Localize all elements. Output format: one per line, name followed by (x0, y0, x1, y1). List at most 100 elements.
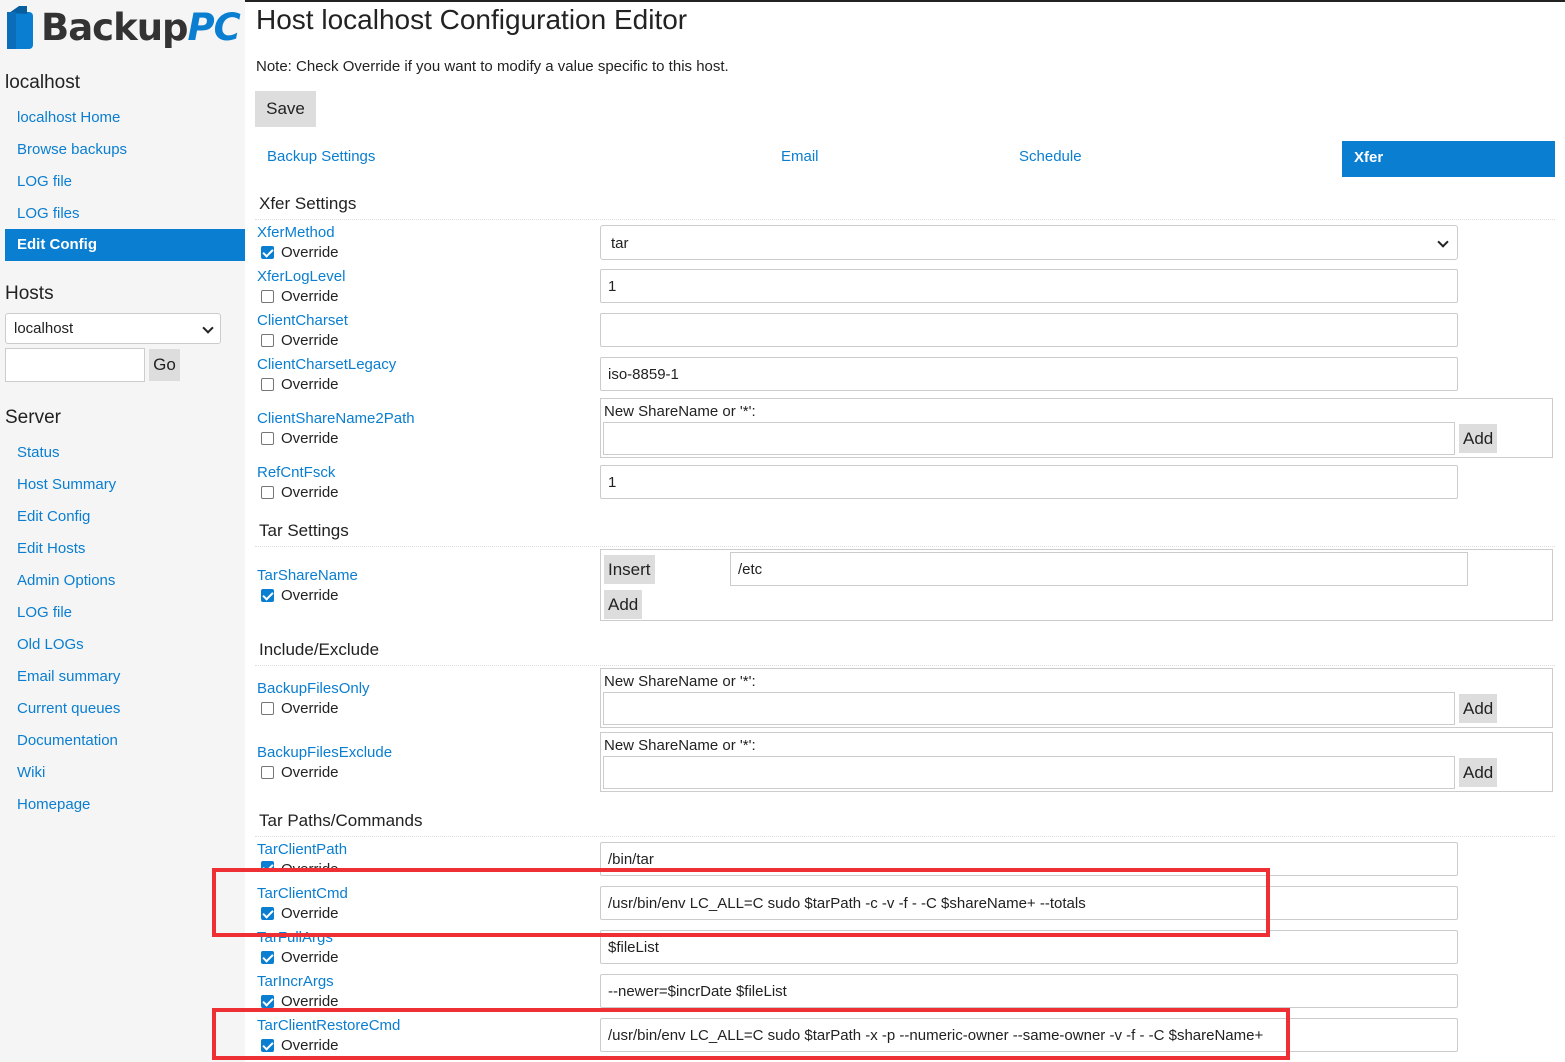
checkbox[interactable] (261, 290, 274, 303)
sidebar-item-current-queues[interactable]: Current queues (17, 700, 120, 717)
host-select[interactable]: localhost (5, 313, 221, 344)
add-button[interactable]: Add (1459, 424, 1498, 453)
sidebar-item-status[interactable]: Status (17, 444, 60, 461)
checkbox-checked[interactable] (261, 995, 274, 1008)
override-label: Override (281, 376, 339, 393)
section-xfer-settings: Xfer Settings (259, 194, 357, 213)
xferloglevel-input[interactable]: 1 (600, 269, 1458, 303)
tab-xfer[interactable]: Xfer (1342, 141, 1555, 177)
sidebar-item-log-files[interactable]: LOG files (17, 205, 80, 222)
param-xferloglevel-label[interactable]: XferLogLevel (257, 268, 345, 285)
checkbox-checked[interactable] (261, 951, 274, 964)
section-divider (255, 665, 1555, 666)
insert-button[interactable]: Insert (604, 555, 655, 584)
checkbox[interactable] (261, 378, 274, 391)
checkbox[interactable] (261, 766, 274, 779)
server-heading: Server (5, 407, 61, 428)
sidebar-item-edit-config[interactable]: Edit Config (17, 508, 90, 525)
override-label: Override (281, 244, 339, 261)
sidebar-item-wiki[interactable]: Wiki (17, 764, 45, 781)
override-label: Override (281, 430, 339, 447)
override-label: Override (281, 949, 339, 966)
override-xferloglevel[interactable]: Override (261, 288, 339, 305)
tab-schedule[interactable]: Schedule (1019, 148, 1082, 165)
sidebar-item-host-summary[interactable]: Host Summary (17, 476, 116, 493)
save-button[interactable]: Save (255, 91, 316, 127)
override-label: Override (281, 484, 339, 501)
host-heading: localhost (5, 72, 80, 93)
sidebar-item-edit-hosts[interactable]: Edit Hosts (17, 540, 85, 557)
logo-icon (5, 4, 35, 50)
go-button[interactable]: Go (149, 349, 180, 381)
sidebar-item-browse-backups[interactable]: Browse backups (17, 141, 127, 158)
param-clientcharsetlegacy-label[interactable]: ClientCharsetLegacy (257, 356, 396, 373)
param-tarincrargs-label[interactable]: TarIncrArgs (257, 973, 334, 990)
checkbox-checked[interactable] (261, 246, 274, 259)
section-tar-settings: Tar Settings (259, 521, 349, 540)
add-button[interactable]: Add (1459, 694, 1498, 723)
sidebar-item-homepage[interactable]: Homepage (17, 796, 90, 813)
xfermethod-value: tar (611, 235, 629, 252)
tarsharename-box: Insert /etc Add (600, 549, 1553, 621)
add-button[interactable]: Add (1459, 758, 1498, 787)
override-tarsharename[interactable]: Override (261, 587, 339, 604)
sidebar-item-server-log-file[interactable]: LOG file (17, 604, 72, 621)
override-label: Override (281, 332, 339, 349)
param-refcntfsck-label[interactable]: RefCntFsck (257, 464, 335, 481)
new-sharename-input[interactable] (603, 692, 1455, 725)
backuppc-logo[interactable]: BackupPC (5, 2, 241, 52)
new-sharename-label: New ShareName or '*': (604, 403, 756, 420)
section-divider (255, 546, 1555, 547)
logo-text-pc: PC (187, 5, 241, 49)
param-backupfilesexclude-label[interactable]: BackupFilesExclude (257, 744, 392, 761)
tarsharename-input[interactable]: /etc (730, 552, 1468, 586)
tarincrargs-input[interactable]: --newer=$incrDate $fileList (600, 974, 1458, 1008)
override-backupfilesonly[interactable]: Override (261, 700, 339, 717)
clientcharsetlegacy-input[interactable]: iso-8859-1 (600, 357, 1458, 391)
sidebar-item-old-logs[interactable]: Old LOGs (17, 636, 84, 653)
override-clientsharename2path[interactable]: Override (261, 430, 339, 447)
override-backupfilesexclude[interactable]: Override (261, 764, 339, 781)
override-label: Override (281, 288, 339, 305)
backupfilesexclude-box: New ShareName or '*': Add (600, 732, 1553, 792)
new-sharename-input[interactable] (603, 756, 1455, 789)
sidebar-item-edit-config-active[interactable]: Edit Config (5, 229, 245, 261)
tab-backup-settings[interactable]: Backup Settings (267, 148, 375, 165)
sidebar-item-localhost-home[interactable]: localhost Home (17, 109, 120, 126)
checkbox[interactable] (261, 486, 274, 499)
sidebar-item-email-summary[interactable]: Email summary (17, 668, 120, 685)
override-note: Note: Check Override if you want to modi… (256, 58, 729, 75)
sidebar-item-admin-options[interactable]: Admin Options (17, 572, 115, 589)
param-tarsharename-label[interactable]: TarShareName (257, 567, 358, 584)
section-tar-paths-commands: Tar Paths/Commands (259, 811, 423, 830)
override-xfermethod[interactable]: Override (261, 244, 339, 261)
refcntfsck-input[interactable]: 1 (600, 465, 1458, 499)
sidebar-item-log-file[interactable]: LOG file (17, 173, 72, 190)
checkbox-checked[interactable] (261, 589, 274, 602)
xfermethod-select[interactable]: tar (600, 225, 1458, 260)
param-clientsharename2path-label[interactable]: ClientShareName2Path (257, 410, 415, 427)
param-clientcharset-label[interactable]: ClientCharset (257, 312, 348, 329)
checkbox[interactable] (261, 334, 274, 347)
override-label: Override (281, 764, 339, 781)
param-backupfilesonly-label[interactable]: BackupFilesOnly (257, 680, 370, 697)
tab-email[interactable]: Email (781, 148, 819, 165)
add-button[interactable]: Add (604, 590, 643, 619)
logo-text: BackupPC (41, 5, 241, 49)
override-label: Override (281, 587, 339, 604)
param-tarclientpath-label[interactable]: TarClientPath (257, 841, 347, 858)
host-select-value: localhost (14, 320, 74, 337)
new-sharename-input[interactable] (603, 422, 1455, 455)
clientcharset-input[interactable] (600, 313, 1458, 347)
chevron-down-icon (1437, 236, 1449, 248)
param-xfermethod-label[interactable]: XferMethod (257, 224, 335, 241)
sidebar-item-documentation[interactable]: Documentation (17, 732, 118, 749)
override-tarfullargs[interactable]: Override (261, 949, 339, 966)
host-search-input[interactable] (5, 348, 145, 382)
override-clientcharsetlegacy[interactable]: Override (261, 376, 339, 393)
checkbox[interactable] (261, 432, 274, 445)
checkbox[interactable] (261, 702, 274, 715)
override-refcntfsck[interactable]: Override (261, 484, 339, 501)
override-clientcharset[interactable]: Override (261, 332, 339, 349)
page-title: Host localhost Configuration Editor (256, 4, 688, 35)
